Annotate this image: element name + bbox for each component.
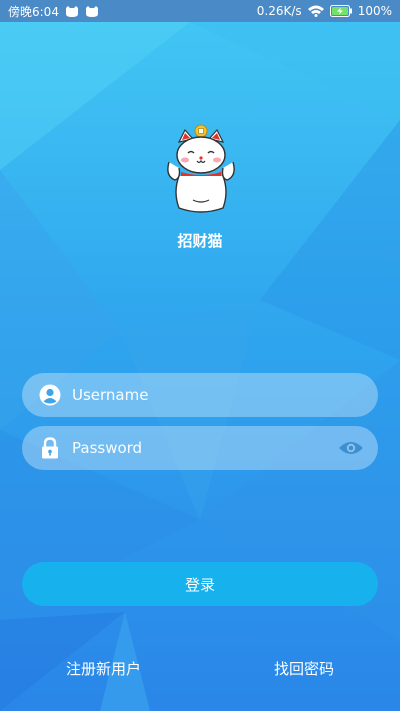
battery-percent: 100%	[357, 4, 392, 18]
status-bar-right: 0.26K/s 100%	[257, 4, 392, 18]
login-button[interactable]: 登录	[22, 562, 378, 606]
status-time: 傍晚6:04	[8, 4, 59, 19]
status-bar: 傍晚6:04 0.26K/s 100%	[0, 0, 400, 22]
register-link[interactable]: 注册新用户	[66, 658, 141, 679]
notification-cat-icon	[65, 5, 79, 17]
username-input[interactable]	[72, 373, 378, 417]
battery-charging-icon	[329, 5, 352, 17]
password-field[interactable]	[22, 426, 378, 470]
app-name: 招财猫	[177, 232, 223, 250]
lock-icon	[39, 437, 61, 459]
password-input[interactable]	[72, 426, 336, 470]
lucky-cat-logo	[167, 124, 235, 213]
network-speed: 0.26K/s	[256, 4, 302, 18]
eye-icon[interactable]	[336, 437, 366, 459]
username-field[interactable]	[22, 373, 378, 417]
user-icon	[39, 384, 61, 406]
status-bar-left: 傍晚6:04	[8, 3, 99, 20]
notification-cat-icon	[85, 5, 99, 17]
wifi-icon	[307, 5, 324, 17]
forgot-password-link[interactable]: 找回密码	[274, 658, 334, 679]
